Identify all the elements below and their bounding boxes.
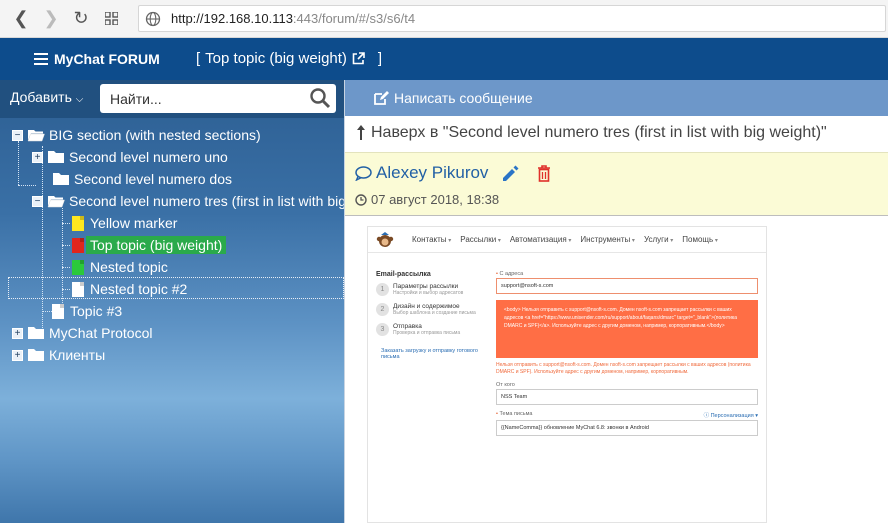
folder-icon <box>28 327 44 339</box>
screenshot-steps: Email-рассылка 1 Параметры рассылки Настр… <box>376 271 496 360</box>
tree-node-section[interactable]: Second level numero dos <box>52 168 232 190</box>
pencil-icon[interactable] <box>501 165 519 183</box>
url-host: http://192.168.10.113 <box>171 11 293 26</box>
attached-screenshot[interactable]: Контакты Рассылки Автоматизация Инструме… <box>367 226 767 523</box>
green-topic-icon <box>72 259 84 275</box>
search-input[interactable] <box>110 90 300 107</box>
step-item: 1 Параметры рассылки Настройки и выбор ад… <box>376 283 496 296</box>
external-link-icon[interactable] <box>352 52 365 65</box>
compose-message-button[interactable]: Написать сообщение <box>345 80 888 116</box>
tree-node-section[interactable]: + Second level numero uno <box>32 146 228 168</box>
expand-toggle-icon[interactable]: + <box>32 151 43 163</box>
up-to-parent-link[interactable]: Наверх в "Second level numero tres (firs… <box>355 124 827 142</box>
level-up-icon <box>357 125 365 140</box>
sidebar: Добавить ⌵ − BIG section (with nested se… <box>0 80 344 523</box>
url-path: :443/forum/#/s3/s6/t4 <box>292 11 416 26</box>
monkey-logo-icon <box>376 232 394 247</box>
screenshot-menu: Контакты Рассылки Автоматизация Инструме… <box>412 235 718 244</box>
brand-title: MyChat FORUM <box>54 51 160 67</box>
tree-node-topic[interactable]: Nested topic #2 <box>72 278 187 300</box>
screenshot-navbar: Контакты Рассылки Автоматизация Инструме… <box>368 227 766 253</box>
clock-icon <box>355 193 367 206</box>
author-link[interactable]: Alexey Pikurov <box>355 163 488 183</box>
trash-icon[interactable] <box>537 165 551 182</box>
folder-icon <box>28 349 44 361</box>
chevron-down-icon: ⌵ <box>75 94 84 105</box>
hamburger-icon <box>34 53 48 65</box>
message-date: 07 август 2018, 18:38 <box>355 192 499 207</box>
folder-icon <box>48 151 64 163</box>
back-icon[interactable]: ❮ <box>6 4 36 34</box>
step-item: 2 Дизайн и содержимое Выбор шаблона и соз… <box>376 303 496 316</box>
tree-node-topic-selected[interactable]: Top topic (big weight) <box>72 234 227 256</box>
tree-node-section[interactable]: + Клиенты <box>12 344 105 366</box>
add-dropdown-button[interactable]: Добавить ⌵ <box>10 89 83 105</box>
tree-node-section[interactable]: + MyChat Protocol <box>12 322 152 344</box>
tree-node-topic[interactable]: Yellow marker <box>72 212 177 234</box>
brand-menu-button[interactable]: MyChat FORUM <box>34 51 160 67</box>
edit-icon <box>374 90 389 105</box>
app-header: MyChat FORUM [ Top topic (big weight) ] <box>0 38 888 80</box>
folder-icon <box>53 173 69 185</box>
tree-node-section[interactable]: − Second level numero tres (first in lis… <box>32 190 344 212</box>
expand-toggle-icon[interactable]: + <box>12 327 23 339</box>
topic-view: Написать сообщение Наверх в "Second leve… <box>344 80 888 523</box>
screenshot-form: • С адреса support@nsoft-s.com <body> Не… <box>496 271 758 442</box>
yellow-topic-icon <box>72 215 84 231</box>
message-header: Alexey Pikurov 07 август 2018, 18:38 <box>345 152 888 216</box>
address-bar[interactable]: http://192.168.10.113:443/forum/#/s3/s6/… <box>138 5 886 32</box>
reload-icon[interactable]: ↻ <box>66 4 96 34</box>
breadcrumb: [ Top topic (big weight) ] <box>196 50 383 67</box>
collapse-toggle-icon[interactable]: − <box>32 195 43 207</box>
forward-icon[interactable]: ❯ <box>36 4 66 34</box>
folder-open-icon <box>27 130 45 142</box>
search-icon[interactable] <box>309 87 331 109</box>
tree-node-section[interactable]: − BIG section (with nested sections) <box>12 124 261 146</box>
breadcrumb-topic-link[interactable]: Top topic (big weight) <box>205 50 347 67</box>
red-topic-icon <box>72 237 84 253</box>
topic-icon <box>72 281 84 297</box>
collapse-toggle-icon[interactable]: − <box>12 129 23 141</box>
globe-icon <box>145 11 161 26</box>
topic-icon <box>52 303 64 319</box>
comment-icon <box>355 165 372 181</box>
browser-toolbar: ❮ ❯ ↻ http://192.168.10.113:443/forum/#/… <box>0 0 888 38</box>
tree-node-topic[interactable]: Topic #3 <box>52 300 122 322</box>
expand-toggle-icon[interactable]: + <box>12 349 23 361</box>
search-box <box>100 84 336 113</box>
apps-grid-icon[interactable] <box>96 4 126 34</box>
sidebar-toolbar: Добавить ⌵ <box>0 80 344 118</box>
step-item: 3 Отправка Проверка и отправка письма <box>376 323 496 336</box>
tree-node-topic[interactable]: Nested topic <box>72 256 168 278</box>
folder-open-icon <box>47 196 65 208</box>
